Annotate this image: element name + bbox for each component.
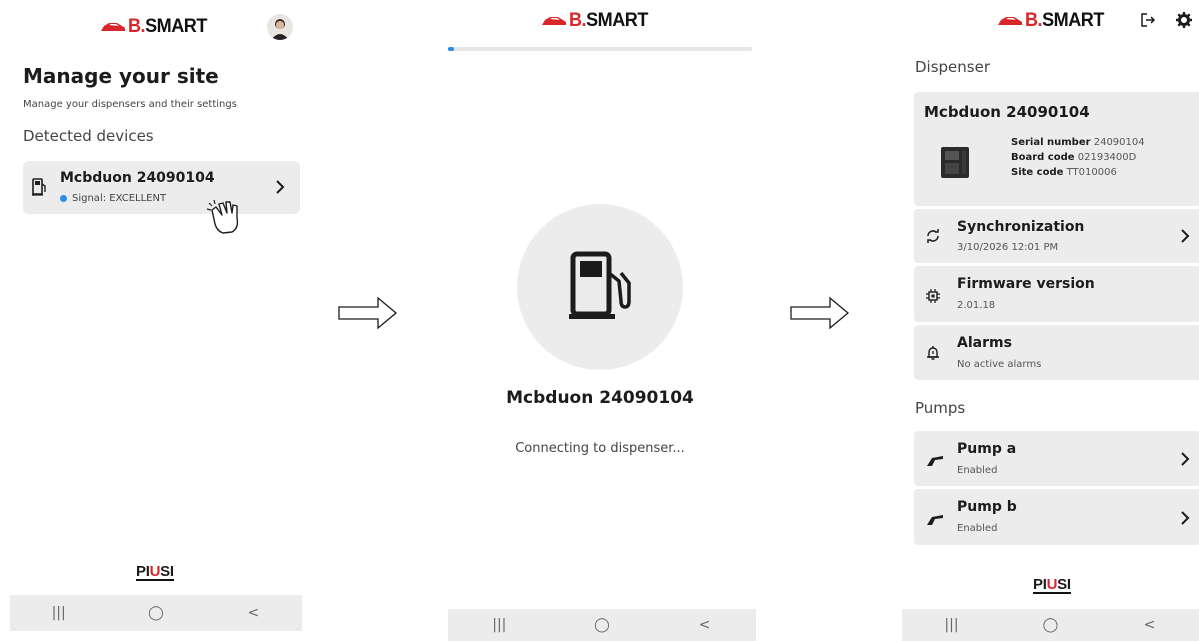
device-card[interactable]: Mcbduon 24090104 Signal: EXCELLENT	[23, 161, 300, 214]
screen-connecting: B.SMART Mcbduon 24090104 Connecting to d…	[448, 0, 756, 641]
car-logo-icon	[100, 21, 126, 33]
page-title: Manage your site	[23, 64, 219, 88]
signal-status: Signal: EXCELLENT	[60, 193, 166, 204]
sync-icon	[926, 228, 940, 248]
home-button[interactable]: ◯	[590, 617, 614, 633]
nozzle-icon	[926, 511, 944, 530]
device-name: Mcbduon 24090104	[506, 388, 694, 408]
back-button[interactable]: <	[693, 617, 717, 633]
android-navbar: ||| ◯ <	[902, 609, 1199, 641]
recent-apps-button[interactable]: |||	[47, 605, 71, 621]
logo-text: SMART	[1042, 10, 1104, 31]
flow-arrow-icon	[338, 296, 398, 334]
device-name: Mcbduon 24090104	[60, 170, 215, 186]
dispenser-info-card: Mcbduon 24090104 Serial number 24090104 …	[914, 92, 1199, 206]
home-button[interactable]: ◯	[1039, 617, 1063, 633]
recent-apps-button[interactable]: |||	[940, 617, 964, 633]
connection-status: Connecting to dispenser...	[515, 441, 685, 456]
screen-dispenser-detail: B.SMART Dispenser Mcbduon 24090104 Seria…	[902, 0, 1199, 641]
dispenser-device-icon	[938, 146, 972, 184]
dispenser-section-label: Dispenser	[915, 58, 990, 76]
piusi-logo: PIUSI	[136, 563, 174, 581]
signal-text: Signal: EXCELLENT	[72, 193, 167, 204]
bell-icon	[926, 345, 940, 365]
screen-manage-site: B.SMART Manage your site Manage your dis…	[10, 0, 302, 641]
dispenser-name: Mcbduon 24090104	[924, 103, 1090, 121]
sync-date: 3/10/2026 12:01 PM	[957, 242, 1059, 253]
back-button[interactable]: <	[1138, 617, 1162, 633]
logo-text-b: B.	[1025, 10, 1043, 31]
pump-name: Pump a	[957, 441, 1017, 457]
logo-text-b: B.	[569, 10, 587, 31]
board-code: Board code 02193400D	[1011, 152, 1137, 163]
firmware-title: Firmware version	[957, 276, 1095, 292]
serial-number: Serial number 24090104	[1011, 137, 1145, 148]
android-navbar: ||| ◯ <	[10, 595, 302, 631]
progress-fill	[448, 47, 455, 51]
tap-hand-icon	[206, 198, 246, 240]
flow-arrow-icon	[790, 296, 850, 334]
firmware-row: Firmware version 2.01.18	[914, 266, 1199, 322]
logo-text: SMART	[586, 10, 648, 31]
chip-icon	[926, 288, 940, 307]
detected-devices-label: Detected devices	[23, 127, 154, 145]
pump-row[interactable]: Pump a Enabled	[914, 431, 1199, 486]
logo-text-b: B.	[128, 16, 146, 37]
bsmart-logo: B.SMART	[100, 16, 211, 38]
gear-icon[interactable]	[1176, 12, 1192, 32]
bsmart-logo: B.SMART	[541, 10, 652, 32]
chevron-right-icon	[1180, 451, 1190, 471]
avatar[interactable]	[267, 14, 293, 40]
logo-text: SMART	[145, 16, 207, 37]
sync-title: Synchronization	[957, 219, 1085, 235]
pump-status: Enabled	[957, 465, 998, 476]
home-button[interactable]: ◯	[144, 605, 168, 621]
android-navbar: ||| ◯ <	[448, 609, 756, 641]
logout-icon[interactable]	[1140, 12, 1156, 32]
synchronization-row[interactable]: Synchronization 3/10/2026 12:01 PM	[914, 209, 1199, 263]
chevron-right-icon	[1180, 228, 1190, 248]
car-logo-icon	[541, 15, 567, 27]
pump-name: Pump b	[957, 499, 1017, 515]
bsmart-logo: B.SMART	[997, 10, 1108, 32]
fuel-pump-large-icon	[569, 251, 631, 319]
site-code: Site code TT010006	[1011, 167, 1117, 178]
dispenser-avatar	[517, 204, 683, 370]
pump-status: Enabled	[957, 523, 998, 534]
nozzle-icon	[926, 452, 944, 471]
chevron-right-icon	[1180, 510, 1190, 530]
progress-bar	[448, 47, 752, 51]
firmware-version: 2.01.18	[957, 300, 996, 311]
fuel-pump-icon	[32, 178, 48, 200]
page-subtitle: Manage your dispensers and their setting…	[23, 99, 237, 110]
pumps-section-label: Pumps	[915, 399, 966, 417]
signal-dot-icon	[60, 195, 67, 202]
car-logo-icon	[997, 15, 1023, 27]
alarms-title: Alarms	[957, 335, 1012, 351]
alarms-row: Alarms No active alarms	[914, 325, 1199, 380]
alarms-status: No active alarms	[957, 359, 1042, 370]
pump-row[interactable]: Pump b Enabled	[914, 489, 1199, 545]
chevron-right-icon	[275, 179, 285, 199]
back-button[interactable]: <	[241, 605, 265, 621]
recent-apps-button[interactable]: |||	[487, 617, 511, 633]
piusi-logo: PIUSI	[1033, 576, 1071, 594]
